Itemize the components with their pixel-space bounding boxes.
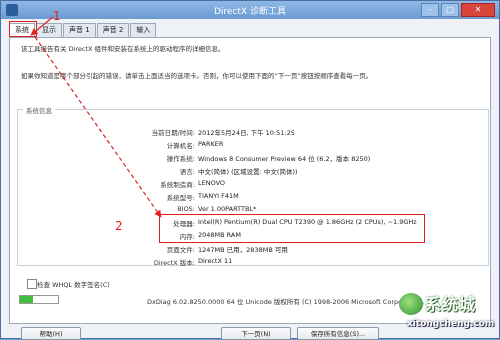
watermark-brand: 系统城 [425, 295, 477, 314]
watermark-url: xitongcheng.com [407, 319, 495, 329]
info-label: 系统制造商: [160, 181, 195, 189]
annotation-box-system-tab [9, 21, 37, 37]
info-row-language: 语言: 中文(简体) (区域设置: 中文(简体)) [1, 166, 500, 177]
info-value: Windows 8 Consumer Preview 64 位 (6.2，版本 … [198, 155, 371, 163]
intro-hint-text: 如果你知道是哪个部分引起的错误，请单击上面适当的选项卡。否则，你可以使用下面的“… [21, 72, 373, 80]
info-value: 中文(简体) (区域设置: 中文(简体)) [198, 168, 298, 176]
info-value: DirectX 11 [198, 257, 233, 265]
save-all-info-button[interactable]: 保存所有信息(S)... [297, 327, 379, 340]
title-bar[interactable]: DirectX 诊断工具 – □ ✕ [1, 1, 499, 19]
system-info-title: 系统信息 [23, 105, 55, 115]
info-label: 语言: [179, 168, 195, 176]
tab-input[interactable]: 输入 [130, 23, 157, 37]
whql-checkbox-label[interactable]: 检查 WHQL 数字签名(C) [37, 279, 110, 289]
watermark-logo-icon [399, 293, 423, 315]
info-value: Ver 1.00PARTTBL* [198, 205, 257, 213]
info-row-os: 操作系统: Windows 8 Consumer Preview 64 位 (6… [1, 153, 500, 164]
tab-sound-1[interactable]: 声音 1 [63, 23, 96, 37]
watermark: 系统城 xitongcheng.com [399, 291, 499, 340]
intro-text: 该工具报告有关 DirectX 组件和安装在系统上的驱动程序的详细信息。 [21, 45, 225, 53]
info-value: TIANYI F41M [198, 192, 239, 200]
info-label: 系统型号: [166, 194, 195, 202]
info-row-computer-name: 计算机名: PARKER [1, 140, 500, 151]
copyright-text: DxDiag 6.02.8250.0000 64 位 Unicode 版权所有 … [147, 298, 428, 306]
progress-fill [20, 296, 34, 303]
progress-bar [19, 295, 59, 304]
next-page-button[interactable]: 下一页(N) [221, 327, 291, 340]
info-label: 计算机名: [166, 142, 195, 150]
info-label: BIOS: [177, 205, 195, 213]
tab-sound-2[interactable]: 声音 2 [96, 23, 130, 37]
maximize-button[interactable]: □ [441, 3, 459, 17]
whql-checkbox[interactable] [27, 279, 37, 289]
directx-window: DirectX 诊断工具 – □ ✕ 系统 显示 声音 1 声音 2 输入 该工… [0, 0, 500, 340]
minimize-button[interactable]: – [421, 3, 439, 17]
info-value: LENOVO [198, 179, 226, 187]
tab-display[interactable]: 显示 [36, 23, 62, 37]
info-value: 2012年5月24日, 下午 10:51:25 [198, 129, 295, 137]
info-row-directx-version: DirectX 版本: DirectX 11 [1, 257, 500, 268]
close-button[interactable]: ✕ [461, 3, 495, 17]
annotation-number-2: 2 [115, 219, 123, 233]
info-label: 页面文件: [166, 246, 195, 254]
info-value: PARKER [198, 140, 224, 148]
info-row-model: 系统型号: TIANYI F41M [1, 192, 500, 203]
annotation-box-cpu-memory [159, 214, 425, 243]
info-label: 操作系统: [166, 155, 195, 163]
info-row-manufacturer: 系统制造商: LENOVO [1, 179, 500, 190]
info-row-datetime: 当前日期/时间: 2012年5月24日, 下午 10:51:25 [1, 127, 500, 138]
info-row-pagefile: 页面文件: 1247MB 已用，2838MB 可用 [1, 244, 500, 255]
annotation-number-1: 1 [53, 9, 61, 23]
info-value: 1247MB 已用，2838MB 可用 [198, 246, 288, 254]
info-label: DirectX 版本: [153, 259, 195, 267]
info-label: 当前日期/时间: [151, 129, 195, 137]
help-button[interactable]: 帮助(H) [21, 327, 81, 340]
